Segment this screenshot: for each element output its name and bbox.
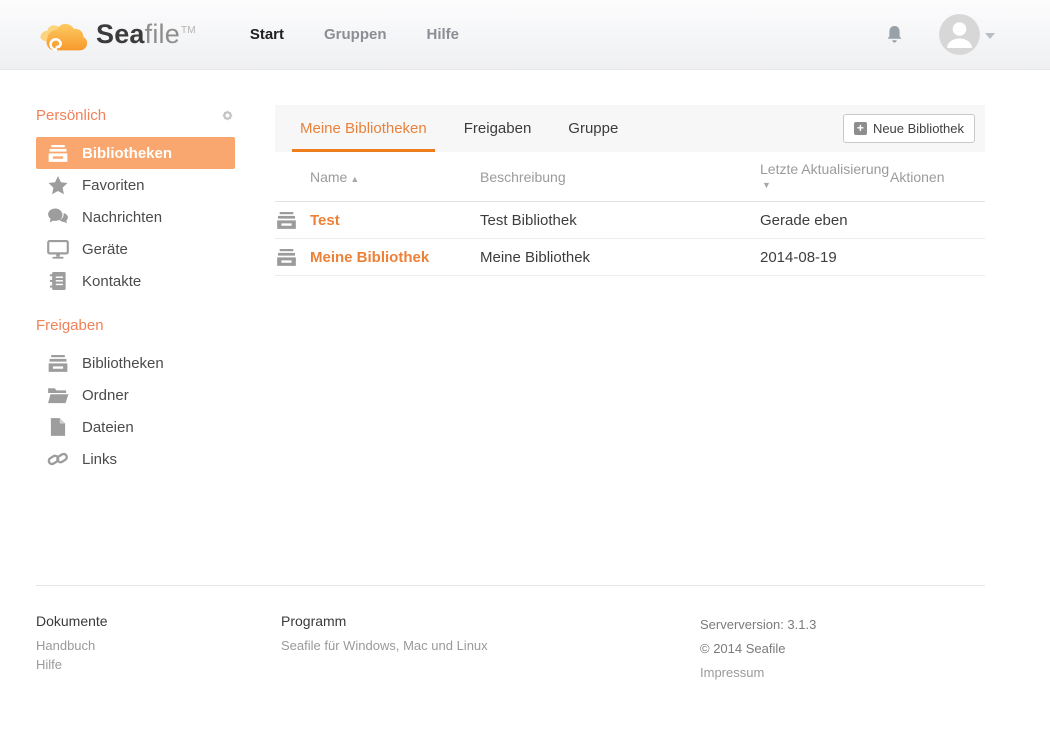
chevron-down-icon — [985, 33, 995, 39]
sort-asc-icon: ▲ — [350, 174, 359, 184]
table-header-row: Name▲ Beschreibung Letzte Aktualisierung… — [275, 152, 985, 202]
sidebar-item-label: Bibliotheken — [82, 355, 164, 372]
file-icon — [47, 417, 69, 437]
footer-program-heading: Programm — [281, 613, 700, 629]
sidebar-item-label: Geräte — [82, 241, 128, 258]
library-icon — [47, 145, 69, 162]
server-version: Serverversion: 3.1.3 — [700, 613, 816, 637]
sidebar-item-dateien[interactable]: Dateien — [36, 411, 235, 443]
sidebar-item-label: Ordner — [82, 387, 129, 404]
footer-link-handbuch[interactable]: Handbuch — [36, 636, 281, 655]
sort-desc-icon: ▼ — [762, 177, 890, 193]
library-icon — [275, 212, 310, 229]
star-icon — [47, 176, 69, 195]
sidebar-item-nachrichten[interactable]: Nachrichten — [36, 201, 235, 233]
sidebar-item-label: Links — [82, 451, 117, 468]
footer-link-hilfe[interactable]: Hilfe — [36, 655, 281, 674]
column-header-beschreibung: Beschreibung — [480, 169, 760, 185]
column-header-aktionen: Aktionen — [890, 169, 985, 185]
sidebar-item-label: Bibliotheken — [82, 145, 172, 162]
brand-light: file — [145, 19, 180, 49]
sidebar-heading-persoenlich: Persönlich — [36, 107, 106, 124]
tab-bar: Meine Bibliotheken Freigaben Gruppe + Ne… — [275, 105, 985, 152]
column-header-letzte-aktualisierung[interactable]: Letzte Aktualisierung▼ — [760, 161, 890, 193]
footer-docs-heading: Dokumente — [36, 613, 281, 629]
tab-meine-bibliotheken[interactable]: Meine Bibliotheken — [300, 105, 427, 152]
navbar-right — [886, 14, 995, 55]
footer-program-column: Programm Seafile für Windows, Mac und Li… — [281, 613, 700, 685]
footer-link-impressum[interactable]: Impressum — [700, 661, 816, 685]
sidebar-item-geraete[interactable]: Geräte — [36, 233, 235, 265]
footer-program-line: Seafile für Windows, Mac und Linux — [281, 636, 700, 655]
brand-text: SeafileTM — [96, 19, 196, 50]
sidebar: Persönlich Bib — [36, 105, 235, 585]
footer: Dokumente Handbuch Hilfe Programm Seafil… — [36, 585, 985, 685]
library-icon — [47, 355, 69, 372]
sidebar-item-bibliotheken[interactable]: Bibliotheken — [36, 137, 235, 169]
plus-icon: + — [854, 122, 867, 135]
copyright: © 2014 Seafile — [700, 637, 816, 661]
cloud-logo-icon — [35, 17, 87, 53]
sidebar-item-favoriten[interactable]: Favoriten — [36, 169, 235, 201]
footer-meta-column: Serverversion: 3.1.3 © 2014 Seafile Impr… — [700, 613, 816, 685]
navbar: SeafileTM Start Gruppen Hilfe — [0, 0, 1050, 70]
main-nav: Start Gruppen Hilfe — [250, 26, 459, 43]
link-icon — [47, 450, 69, 468]
sidebar-item-label: Favoriten — [82, 177, 145, 194]
sidebar-section-freigaben: Freigaben — [36, 315, 235, 335]
sidebar-item-links[interactable]: Links — [36, 443, 235, 475]
monitor-icon — [47, 240, 69, 259]
table-row: Meine Bibliothek Meine Bibliothek 2014-0… — [275, 239, 985, 276]
new-library-button[interactable]: + Neue Bibliothek — [843, 114, 975, 143]
sidebar-heading-freigaben: Freigaben — [36, 317, 104, 334]
tab-freigaben[interactable]: Freigaben — [464, 105, 532, 152]
gear-icon[interactable] — [220, 108, 235, 123]
sidebar-item-kontakte[interactable]: Kontakte — [36, 265, 235, 297]
content: Persönlich Bib — [0, 70, 1050, 585]
main-panel: Meine Bibliotheken Freigaben Gruppe + Ne… — [275, 105, 985, 585]
nav-link-start[interactable]: Start — [250, 26, 284, 43]
messages-icon — [47, 208, 69, 226]
account-menu[interactable] — [939, 14, 995, 55]
library-link-test[interactable]: Test — [310, 212, 480, 229]
nav-link-hilfe[interactable]: Hilfe — [427, 26, 460, 43]
library-updated: Gerade eben — [760, 212, 890, 229]
new-library-button-label: Neue Bibliothek — [873, 121, 964, 136]
footer-docs-column: Dokumente Handbuch Hilfe — [36, 613, 281, 685]
address-book-icon — [47, 271, 69, 291]
nav-link-gruppen[interactable]: Gruppen — [324, 26, 387, 43]
column-header-name[interactable]: Name▲ — [310, 169, 480, 185]
sidebar-item-ordner[interactable]: Ordner — [36, 379, 235, 411]
seafile-logo[interactable]: SeafileTM — [35, 17, 196, 53]
avatar — [939, 14, 980, 55]
sidebar-item-label: Dateien — [82, 419, 134, 436]
sidebar-item-label: Kontakte — [82, 273, 141, 290]
sidebar-section-persoenlich: Persönlich — [36, 105, 235, 125]
sidebar-item-freigaben-bibliotheken[interactable]: Bibliotheken — [36, 347, 235, 379]
library-icon — [275, 249, 310, 266]
brand-tm: TM — [181, 25, 196, 36]
library-description: Meine Bibliothek — [480, 249, 760, 266]
sidebar-item-label: Nachrichten — [82, 209, 162, 226]
library-updated: 2014-08-19 — [760, 249, 890, 266]
library-table: Name▲ Beschreibung Letzte Aktualisierung… — [275, 152, 985, 276]
tab-gruppe[interactable]: Gruppe — [568, 105, 618, 152]
table-row: Test Test Bibliothek Gerade eben — [275, 202, 985, 239]
brand-bold: Sea — [96, 19, 145, 49]
library-description: Test Bibliothek — [480, 212, 760, 229]
notifications-bell-icon[interactable] — [886, 25, 903, 45]
library-link-meine-bibliothek[interactable]: Meine Bibliothek — [310, 249, 480, 266]
folder-open-icon — [47, 386, 69, 404]
